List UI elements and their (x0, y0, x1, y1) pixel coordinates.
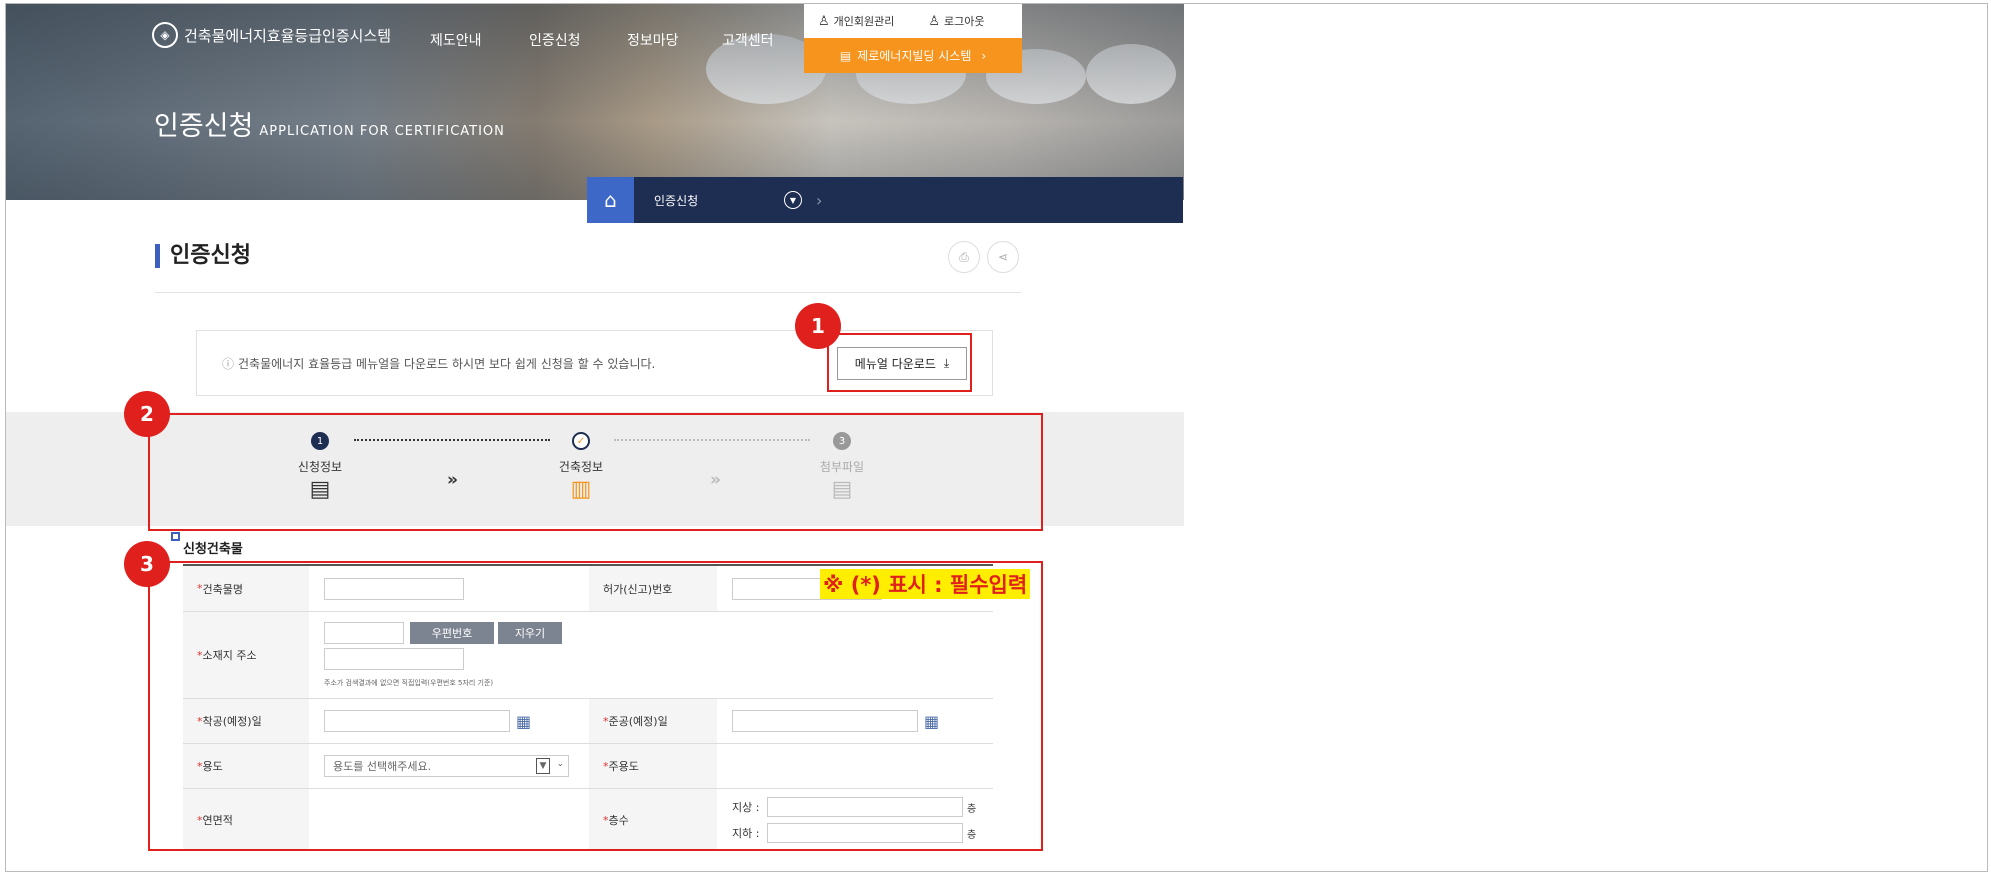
chevron-right-icon: › (981, 48, 987, 63)
annotation-number-3: 3 (124, 541, 170, 587)
annotation-number-2: 2 (124, 391, 170, 437)
chevron-down-icon[interactable]: ▼ (784, 191, 802, 209)
section-title: 신청건축물 (183, 542, 243, 557)
gnb-item-info[interactable]: 정보마당 (627, 30, 679, 50)
gnb-item-guide[interactable]: 제도안내 (430, 30, 482, 50)
person-icon: ♙ (818, 13, 830, 29)
annotation-box-2 (148, 413, 1043, 531)
section-marker (171, 532, 180, 541)
site-logo[interactable]: ◈ 건축물에너지효율등급인증시스템 (152, 22, 391, 48)
banner-title: 인증신청 APPLICATION FOR CERTIFICATION (154, 111, 505, 142)
breadcrumb-current: 인증신청 (654, 193, 699, 208)
person-icon: ♙ (928, 13, 941, 29)
print-icon[interactable]: ⎙ (948, 241, 980, 273)
annotation-number-1: 1 (795, 303, 841, 349)
chevron-right-icon: › (816, 190, 823, 210)
zero-energy-link[interactable]: ▤ 제로에너지빌딩 시스템 › (804, 38, 1022, 73)
title-divider (155, 292, 1021, 293)
member-link[interactable]: ♙ 개인회원관리 (818, 13, 894, 29)
logout-link[interactable]: ♙ 로그아웃 (928, 13, 984, 29)
gnb-item-support[interactable]: 고객센터 (722, 30, 774, 50)
annotation-box-1 (827, 333, 972, 392)
page-title: 인증신청 (155, 244, 251, 268)
home-icon[interactable]: ⌂ (587, 177, 634, 223)
annotation-box-3 (148, 561, 1043, 851)
share-icon[interactable]: ⋖ (987, 241, 1019, 273)
gnb-item-apply[interactable]: 인증신청 (529, 30, 581, 50)
utility-bar: ♙ 개인회원관리 ♙ 로그아웃 (804, 4, 1022, 38)
building-icon: ▤ (839, 48, 852, 63)
logo-icon: ◈ (152, 22, 178, 48)
breadcrumb: ⌂ 인증신청 ▼ › (587, 177, 1183, 223)
info-icon: ⓘ (222, 356, 235, 371)
